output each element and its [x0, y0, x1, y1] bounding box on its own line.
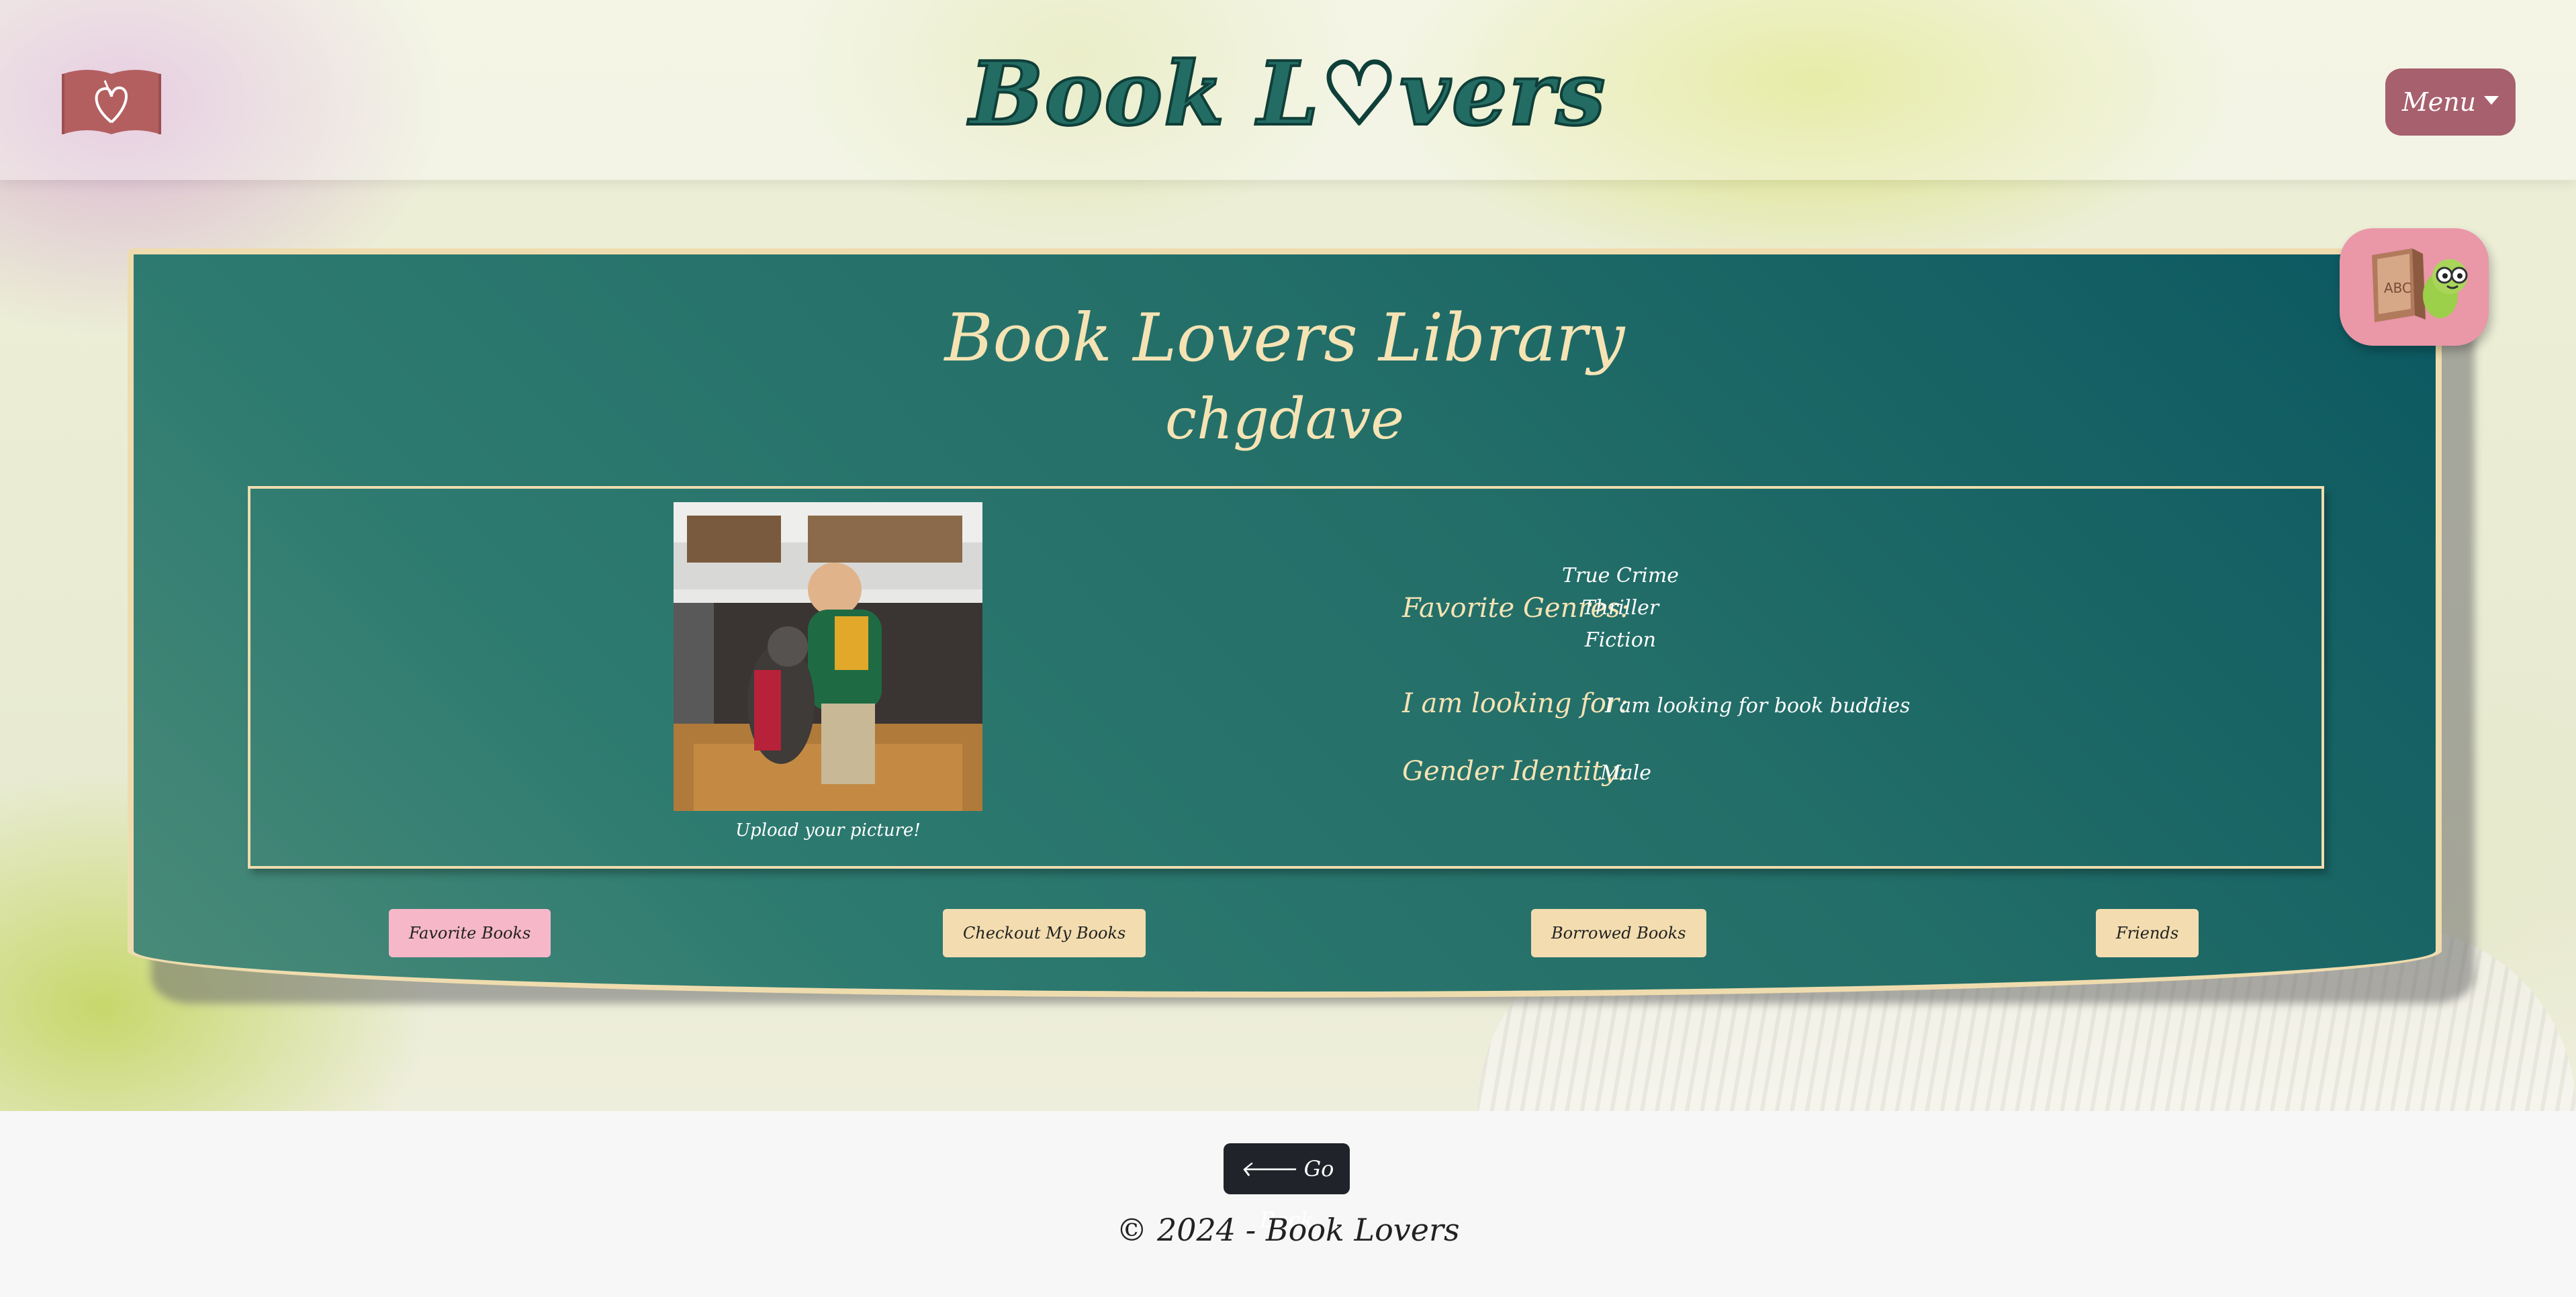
go-back-button[interactable]: 🡐 Go Back: [1224, 1143, 1350, 1233]
menu-label: Menu: [2401, 87, 2477, 117]
copyright-text: © 2024 - Book Lovers: [1116, 1212, 1460, 1248]
caret-down-icon: [2484, 96, 2499, 105]
upload-picture-caption[interactable]: Upload your picture!: [627, 820, 1029, 840]
heart-book-icon[interactable]: [60, 64, 163, 138]
genre-item: Fiction: [1584, 628, 1657, 652]
bookworm-icon: ABC: [2372, 248, 2468, 322]
footer: 🡐 Go Back © 2024 - Book Lovers: [0, 1111, 2576, 1297]
username: chgdave: [1165, 386, 1404, 452]
svg-text:ABC: ABC: [2384, 280, 2411, 296]
genre-item: Thriller: [1581, 596, 1659, 620]
bookworm-badge[interactable]: ABC: [2340, 228, 2489, 346]
library-card: Book Lovers Library chgdave Upload your …: [128, 248, 2442, 998]
gender-identity-value: Male: [1600, 761, 1651, 785]
header-bar: Book L♡vers Menu: [0, 0, 2576, 180]
favorite-books-button[interactable]: Favorite Books: [389, 909, 551, 957]
friends-button[interactable]: Friends: [2096, 909, 2199, 957]
borrowed-books-button[interactable]: Borrowed Books: [1531, 909, 1706, 957]
looking-for-label: I am looking for:: [1402, 688, 1628, 719]
gender-identity-label: Gender Identity:: [1402, 756, 1627, 787]
brand-title[interactable]: Book L♡vers: [806, 40, 1770, 148]
favorite-genres-list: True Crime Thriller Fiction: [1520, 560, 1721, 657]
genre-item: True Crime: [1561, 564, 1680, 587]
library-title: Book Lovers Library: [944, 300, 1625, 377]
looking-for-value: I am looking for book buddies: [1605, 694, 1911, 718]
profile-info-box: Upload your picture! Favorite Genres: Tr…: [248, 486, 2324, 869]
checkout-my-books-button[interactable]: Checkout My Books: [943, 909, 1146, 957]
menu-button[interactable]: Menu: [2385, 68, 2516, 136]
profile-photo[interactable]: [674, 502, 982, 811]
